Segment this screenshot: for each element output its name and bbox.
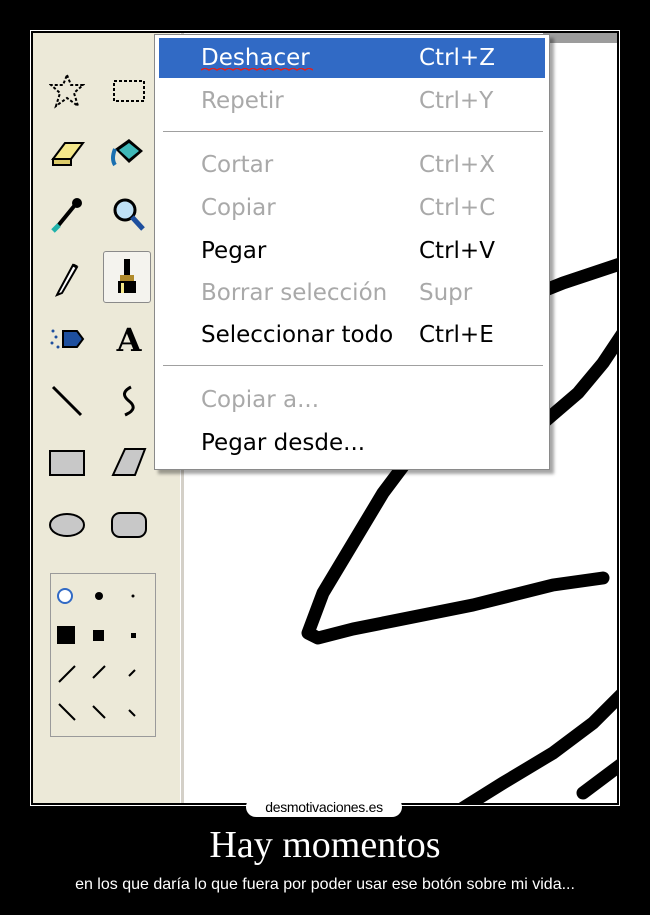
watermark[interactable]: desmotivaciones.es bbox=[246, 797, 402, 817]
polygon-icon[interactable] bbox=[107, 441, 151, 485]
menu-item-label: Borrar selección bbox=[201, 280, 388, 306]
menu-item-label: Pegar desde... bbox=[201, 430, 366, 456]
curve-icon[interactable] bbox=[107, 379, 151, 423]
menu-item-shortcut: Ctrl+E bbox=[419, 322, 494, 348]
scrollbar[interactable] bbox=[543, 33, 617, 43]
menu-item-label: Deshacer bbox=[201, 45, 310, 71]
brush-options-panel[interactable] bbox=[50, 573, 156, 737]
menu-item-pegar[interactable]: Pegar Ctrl+V bbox=[159, 231, 545, 271]
menu-item-shortcut: Supr bbox=[419, 280, 473, 306]
menu-item-label: Pegar bbox=[201, 238, 267, 264]
free-select-icon[interactable] bbox=[45, 69, 89, 113]
menu-item-copiar-a[interactable]: Copiar a... bbox=[159, 380, 545, 420]
line-icon[interactable] bbox=[45, 379, 89, 423]
ellipse-icon[interactable] bbox=[45, 503, 89, 547]
menu-item-shortcut: Ctrl+C bbox=[419, 195, 496, 221]
menu-item-shortcut: Ctrl+Y bbox=[419, 88, 494, 114]
rounded-rect-icon[interactable] bbox=[107, 503, 151, 547]
edit-menu: Deshacer Ctrl+Z Repetir Ctrl+Y Cortar Ct… bbox=[154, 34, 550, 470]
menu-item-seleccionar-todo[interactable]: Seleccionar todo Ctrl+E bbox=[159, 315, 545, 355]
menu-item-repetir[interactable]: Repetir Ctrl+Y bbox=[159, 81, 545, 121]
menu-item-label: Copiar bbox=[201, 195, 276, 221]
spellcheck-underline bbox=[201, 68, 313, 71]
poster-title: Hay momentos bbox=[209, 824, 441, 866]
eyedropper-icon[interactable] bbox=[45, 193, 89, 237]
menu-separator bbox=[163, 365, 543, 369]
menu-item-label: Copiar a... bbox=[201, 387, 320, 413]
menu-item-shortcut: Ctrl+X bbox=[419, 152, 495, 178]
menu-item-pegar-desde[interactable]: Pegar desde... bbox=[159, 423, 545, 463]
airbrush-icon[interactable] bbox=[45, 317, 89, 361]
menu-separator bbox=[163, 131, 543, 135]
svg-text:A: A bbox=[116, 321, 143, 357]
menu-item-borrar-seleccion[interactable]: Borrar selección Supr bbox=[159, 273, 545, 313]
pencil-icon[interactable] bbox=[45, 255, 89, 299]
paint-window: A Deshacer Ctrl+Z Repetir Ctrl+Y Cortar … bbox=[33, 33, 617, 803]
menu-item-copiar[interactable]: Copiar Ctrl+C bbox=[159, 188, 545, 228]
brush-shape-options[interactable] bbox=[51, 574, 155, 736]
brush-icon[interactable] bbox=[103, 251, 151, 303]
menu-item-shortcut: Ctrl+Z bbox=[419, 45, 495, 71]
poster-frame: A Deshacer Ctrl+Z Repetir Ctrl+Y Cortar … bbox=[30, 30, 620, 806]
rect-select-icon[interactable] bbox=[107, 69, 151, 113]
menu-item-label: Repetir bbox=[201, 88, 284, 114]
menu-item-deshacer[interactable]: Deshacer Ctrl+Z bbox=[159, 38, 545, 78]
menu-item-label: Cortar bbox=[201, 152, 274, 178]
eraser-icon[interactable] bbox=[45, 131, 89, 175]
fill-icon[interactable] bbox=[107, 131, 151, 175]
menu-item-shortcut: Ctrl+V bbox=[419, 238, 495, 264]
magnifier-icon[interactable] bbox=[107, 193, 151, 237]
poster-subtitle: en los que daría lo que fuera por poder … bbox=[75, 876, 575, 893]
text-icon[interactable]: A bbox=[107, 317, 151, 361]
menu-item-label: Seleccionar todo bbox=[201, 322, 394, 348]
rectangle-icon[interactable] bbox=[45, 441, 89, 485]
menu-item-cortar[interactable]: Cortar Ctrl+X bbox=[159, 145, 545, 185]
